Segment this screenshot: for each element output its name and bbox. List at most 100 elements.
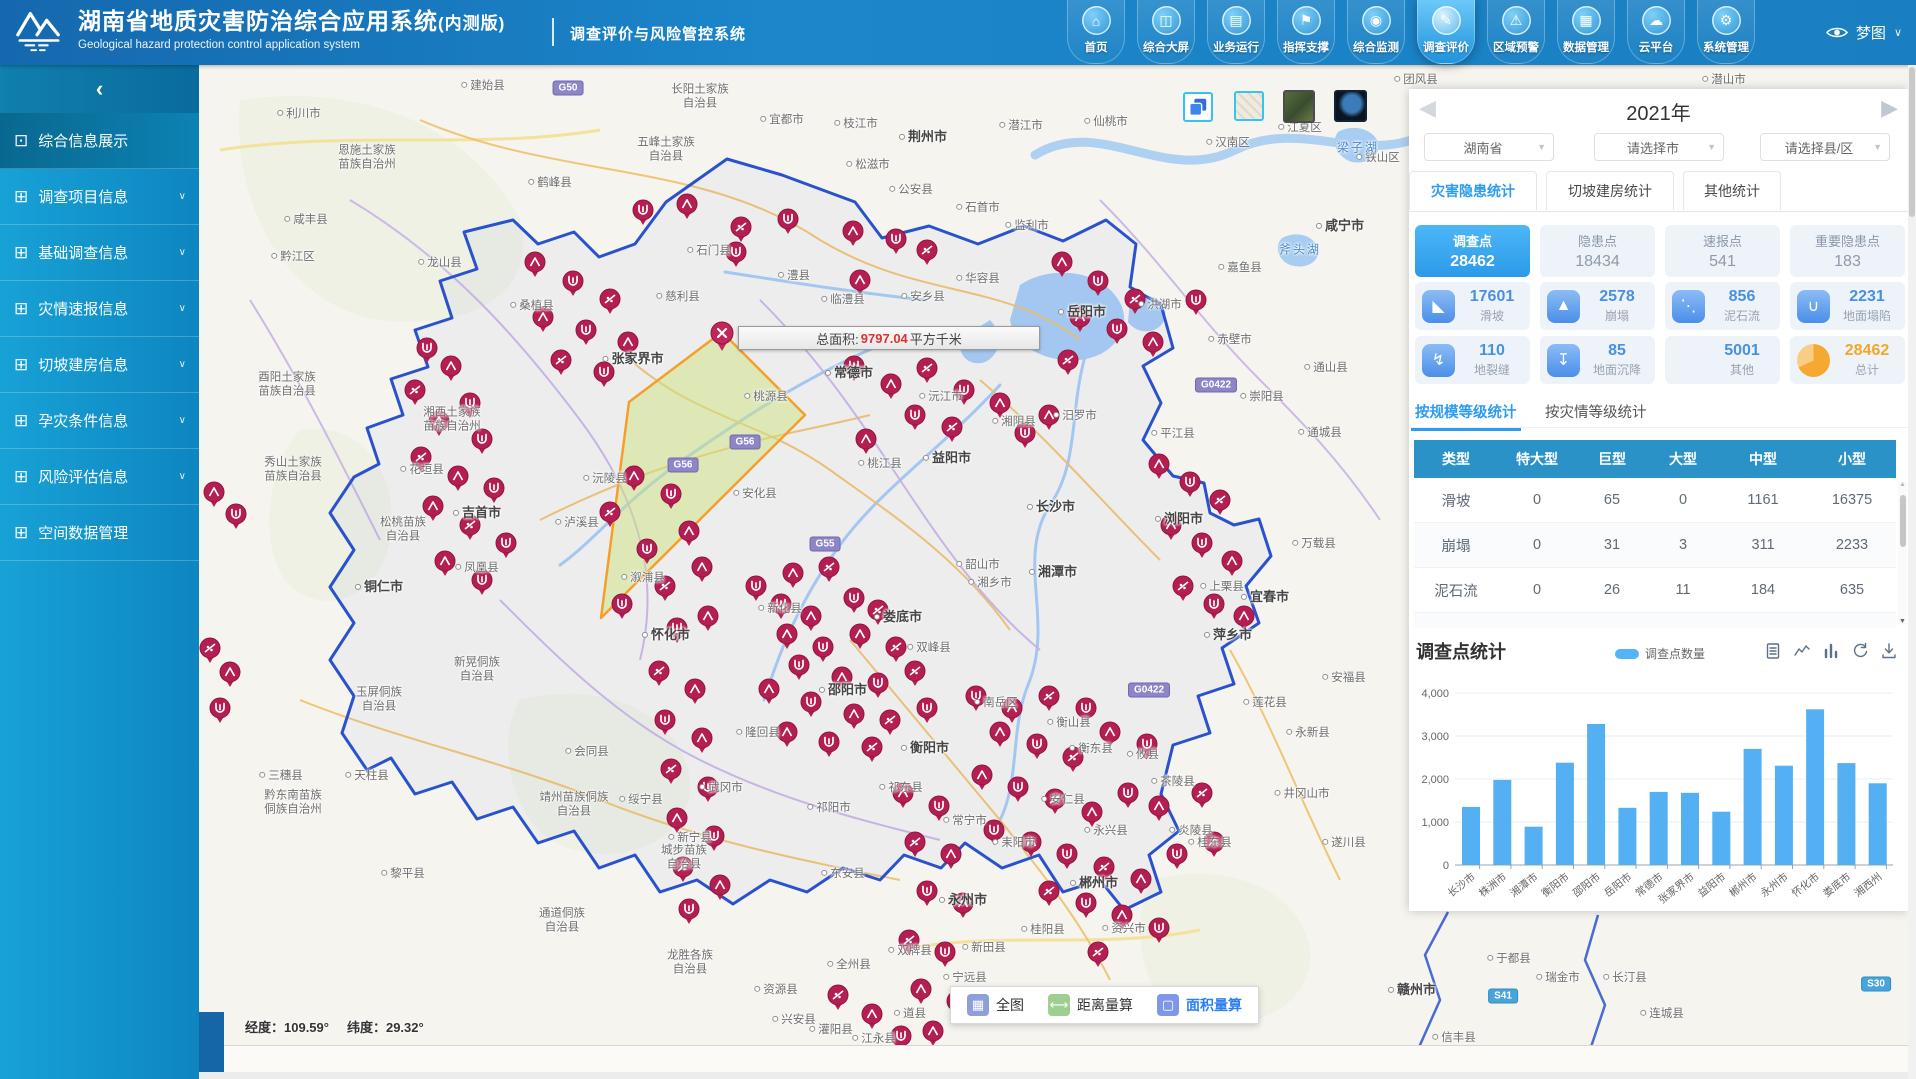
- nav-item-command[interactable]: ⚑指挥支撑: [1277, 0, 1335, 64]
- map-pin[interactable]: [204, 482, 224, 507]
- hazard-card-collapse[interactable]: ▲2578崩塌: [1540, 282, 1655, 330]
- svg-text:湘西州: 湘西州: [1852, 870, 1885, 900]
- hazard-card-debris[interactable]: ⋱856泥石流: [1665, 282, 1780, 330]
- map-pin[interactable]: [899, 930, 919, 955]
- street-basemap-button[interactable]: [1234, 91, 1264, 121]
- map-pin[interactable]: [220, 662, 240, 687]
- chart-bar[interactable]: [1556, 763, 1574, 865]
- hazard-value: 2578: [1586, 288, 1648, 306]
- distance-measure-button[interactable]: ⟷距离量算: [1048, 994, 1133, 1016]
- hazard-label: 总计: [1836, 361, 1898, 378]
- sidebar-item-3[interactable]: ⊞基础调查信息∨: [0, 225, 199, 281]
- sidebar-item-7[interactable]: ⊞风险评估信息∨: [0, 449, 199, 505]
- nav-item-home[interactable]: ⌂首页: [1067, 0, 1125, 64]
- sidebar-item-1[interactable]: ⊡综合信息展示: [0, 113, 199, 169]
- county-select[interactable]: 请选择县/区▼: [1760, 133, 1890, 161]
- stat-card-2[interactable]: 隐患点18434: [1540, 225, 1655, 277]
- chart-bar[interactable]: [1618, 808, 1636, 865]
- nav-item-warning[interactable]: ⚠区域预警: [1487, 0, 1545, 64]
- map-pin[interactable]: [226, 504, 246, 529]
- area-measure-button[interactable]: ▢面积量算: [1157, 994, 1242, 1016]
- hazard-card-subsidence[interactable]: ∪2231地面塌陷: [1790, 282, 1905, 330]
- chart-bar[interactable]: [1837, 763, 1855, 865]
- stat-card-4[interactable]: 重要隐患点183: [1790, 225, 1905, 277]
- hazard-card-settle[interactable]: ↧85地面沉降: [1540, 336, 1655, 384]
- chart-bar[interactable]: [1806, 709, 1824, 865]
- chevron-down-icon: ∨: [179, 191, 186, 202]
- sidebar-item-5[interactable]: ⊞切坡建房信息∨: [0, 337, 199, 393]
- map-pin[interactable]: [1076, 893, 1096, 918]
- user-menu[interactable]: 梦图 ∨: [1826, 0, 1902, 65]
- table-scrollbar[interactable]: ▲ ▼: [1898, 481, 1907, 625]
- map-pin[interactable]: [1167, 844, 1187, 869]
- map-pin[interactable]: [679, 899, 699, 924]
- globe-basemap-button[interactable]: [1334, 90, 1367, 122]
- chart-bar[interactable]: [1493, 780, 1511, 865]
- stat-card-3[interactable]: 速报点541: [1665, 225, 1780, 277]
- chart-bar[interactable]: [1681, 793, 1699, 865]
- province-select[interactable]: 湖南省▼: [1424, 133, 1554, 161]
- map-pin[interactable]: [1210, 490, 1230, 515]
- sidebar-item-6[interactable]: ⊞孕灾条件信息∨: [0, 393, 199, 449]
- table-cell: 26: [1576, 568, 1648, 613]
- scrollbar-thumb[interactable]: [1900, 495, 1906, 547]
- nav-item-business[interactable]: ▤业务运行: [1207, 0, 1265, 64]
- map-pin[interactable]: [1088, 942, 1108, 967]
- sub-tab-1[interactable]: 按规模等级统计: [1415, 401, 1517, 422]
- chevron-down-icon: ∨: [179, 247, 186, 258]
- map-pin[interactable]: [1112, 905, 1132, 930]
- tab-2[interactable]: 切坡建房统计: [1546, 171, 1674, 210]
- hazard-card-other[interactable]: 5001其他: [1665, 336, 1780, 384]
- chart-bar[interactable]: [1712, 812, 1730, 865]
- map-pin[interactable]: [862, 1004, 882, 1029]
- chart-bar[interactable]: [1744, 749, 1762, 865]
- nav-item-cloud[interactable]: ☁云平台: [1627, 0, 1685, 64]
- stat-card-1[interactable]: 调查点28462: [1415, 225, 1530, 277]
- chart-bar[interactable]: [1462, 807, 1480, 865]
- sidebar-item-4[interactable]: ⊞灾情速报信息∨: [0, 281, 199, 337]
- nav-item-screen[interactable]: ◫综合大屏: [1137, 0, 1195, 64]
- map-pin[interactable]: [953, 893, 973, 918]
- map-pin[interactable]: [1192, 783, 1212, 808]
- map-pin[interactable]: [210, 698, 230, 723]
- map-pin[interactable]: [923, 1021, 943, 1046]
- chart-bar[interactable]: [1775, 766, 1793, 865]
- page-scrollbar-thumb[interactable]: [1909, 67, 1915, 217]
- nav-item-system[interactable]: ⚙系统管理: [1697, 0, 1755, 64]
- city-select[interactable]: 请选择市▼: [1594, 133, 1724, 161]
- distance-icon: ⟷: [1048, 994, 1070, 1016]
- sidebar-item-8[interactable]: ⊞空间数据管理: [0, 505, 199, 561]
- map-pin[interactable]: [828, 985, 848, 1010]
- chart-bar[interactable]: [1869, 783, 1887, 865]
- tab-3[interactable]: 其他统计: [1683, 171, 1781, 210]
- chart-bar[interactable]: [1587, 724, 1605, 865]
- hazard-card-total[interactable]: 28462总计: [1790, 336, 1905, 384]
- tab-1[interactable]: 灾害隐患统计: [1409, 171, 1537, 210]
- map-pin[interactable]: [917, 881, 937, 906]
- layer-switch-button[interactable]: [1183, 92, 1213, 122]
- map-pin[interactable]: [1186, 290, 1206, 315]
- page-scrollbar[interactable]: [1908, 65, 1916, 1079]
- map-pin[interactable]: [911, 979, 931, 1004]
- map-pin[interactable]: [1039, 881, 1059, 906]
- chart-bar[interactable]: [1650, 792, 1668, 865]
- map-pin[interactable]: [1204, 832, 1224, 857]
- scroll-up-icon[interactable]: ▲: [1898, 481, 1907, 488]
- year-next-button[interactable]: ▶: [1881, 95, 1898, 121]
- hazard-card-crack[interactable]: ↯110地裂缝: [1415, 336, 1530, 384]
- chart-bar[interactable]: [1525, 827, 1543, 865]
- sidebar-item-2[interactable]: ⊞调查项目信息∨: [0, 169, 199, 225]
- full-measure-button[interactable]: ▦全图: [967, 994, 1024, 1016]
- sub-tab-2[interactable]: 按灾情等级统计: [1545, 401, 1647, 422]
- map-pin[interactable]: [200, 638, 220, 663]
- survey-chart-canvas[interactable]: 01,0002,0003,0004,000长沙市株洲市湘潭市衡阳市邵阳市岳阳市常…: [1409, 632, 1908, 911]
- nav-item-data[interactable]: ▦数据管理: [1557, 0, 1615, 64]
- satellite-basemap-button[interactable]: [1283, 90, 1315, 123]
- hazard-card-landslide[interactable]: ◣17601滑坡: [1415, 282, 1530, 330]
- nav-item-survey[interactable]: ✎调查评价: [1417, 0, 1475, 64]
- map-pin[interactable]: [935, 942, 955, 967]
- scroll-down-icon[interactable]: ▼: [1898, 618, 1907, 625]
- nav-item-monitor[interactable]: ◉综合监测: [1347, 0, 1405, 64]
- hazard-label: 滑坡: [1461, 307, 1523, 324]
- sidebar-collapse-button[interactable]: ‹: [0, 65, 199, 113]
